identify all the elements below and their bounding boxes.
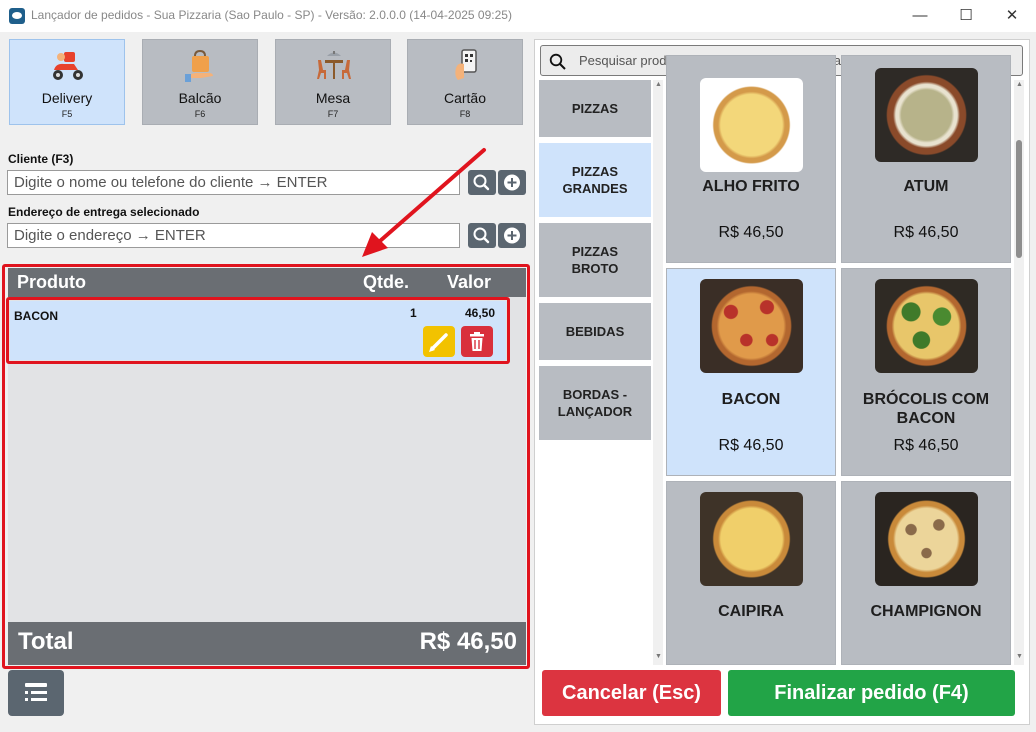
- title-bar: Lançador de pedidos - Sua Pizzaria (Sao …: [0, 0, 1036, 32]
- product-card[interactable]: BACON R$ 46,50: [666, 268, 836, 476]
- table-chairs-icon: [317, 51, 351, 79]
- category-bebidas[interactable]: BEBIDAS: [539, 303, 651, 360]
- tile-shortcut: F5: [61, 109, 73, 119]
- add-circle-icon: [504, 227, 520, 244]
- delivery-tile[interactable]: Delivery F5: [9, 39, 125, 125]
- list-menu-icon: [25, 683, 47, 701]
- balcao-tile[interactable]: Balcão F6: [142, 39, 258, 125]
- takeaway-bag-icon: [185, 49, 213, 82]
- product-card[interactable]: CAIPIRA: [666, 481, 836, 665]
- tile-label: Balcão: [178, 90, 222, 106]
- pizza-photo: [700, 78, 803, 172]
- scroll-up-arrow-icon[interactable]: ▲: [1016, 81, 1023, 88]
- pizza-photo: [875, 68, 978, 162]
- delivery-scooter-icon: [53, 52, 83, 80]
- product-card[interactable]: BRÓCOLIS COM BACON R$ 46,50: [841, 268, 1011, 476]
- category-pizzas[interactable]: PIZZAS: [539, 80, 651, 137]
- scroll-down-arrow-icon[interactable]: ▼: [655, 653, 662, 660]
- product-card[interactable]: CHAMPIGNON: [841, 481, 1011, 665]
- tile-label: Cartão: [443, 90, 487, 106]
- maximize-button[interactable]: ☐: [943, 0, 989, 32]
- product-name: ALHO FRITO: [702, 178, 800, 195]
- product-name: BRÓCOLIS COM BACON: [862, 391, 990, 427]
- cartao-tile[interactable]: Cartão F8: [407, 39, 523, 125]
- minimize-button[interactable]: —: [897, 0, 943, 32]
- product-card[interactable]: ALHO FRITO R$ 46,50: [666, 55, 836, 263]
- add-address-button[interactable]: [498, 223, 526, 248]
- tile-shortcut: F7: [327, 109, 339, 119]
- customer-label: Cliente (F3): [8, 152, 74, 166]
- finish-order-button[interactable]: Finalizar pedido (F4): [728, 670, 1015, 716]
- tile-label: Mesa: [315, 90, 351, 106]
- product-name: BACON: [721, 391, 781, 408]
- tile-shortcut: F6: [194, 109, 206, 119]
- qr-card-icon: [455, 49, 477, 80]
- category-pizzas-broto[interactable]: PIZZAS BROTO: [539, 223, 651, 297]
- search-icon: [549, 53, 566, 70]
- scroll-up-arrow-icon[interactable]: ▲: [655, 81, 662, 88]
- tile-label: Delivery: [41, 90, 93, 106]
- add-circle-icon: [504, 174, 520, 191]
- annotation-arrow-icon: [362, 148, 486, 257]
- scroll-down-arrow-icon[interactable]: ▼: [1016, 653, 1023, 660]
- cancel-button[interactable]: Cancelar (Esc): [542, 670, 721, 716]
- category-label: PIZZAS GRANDES: [562, 164, 628, 196]
- product-card[interactable]: ATUM R$ 46,50: [841, 55, 1011, 263]
- tile-shortcut: F8: [459, 109, 471, 119]
- category-scrollbar[interactable]: [653, 80, 663, 665]
- add-customer-button[interactable]: [498, 170, 526, 195]
- pizza-photo: [700, 279, 803, 373]
- pizza-photo: [875, 279, 978, 373]
- product-name: CAIPIRA: [718, 603, 784, 620]
- address-label: Endereço de entrega selecionado: [8, 205, 200, 219]
- app-logo-icon: [9, 8, 25, 24]
- mesa-tile[interactable]: Mesa F7: [275, 39, 391, 125]
- product-price: R$ 46,50: [718, 437, 784, 454]
- product-price: R$ 46,50: [893, 437, 959, 454]
- category-pizzas-grandes[interactable]: PIZZAS GRANDES: [539, 143, 651, 217]
- product-name: ATUM: [903, 178, 949, 195]
- highlight-order-frame: [2, 264, 530, 669]
- pizza-photo: [700, 492, 803, 586]
- scroll-thumb[interactable]: [1016, 140, 1022, 258]
- product-name: CHAMPIGNON: [870, 603, 982, 620]
- order-menu-button[interactable]: [8, 670, 64, 716]
- category-label: PIZZAS BROTO: [571, 244, 619, 276]
- pizza-photo: [875, 492, 978, 586]
- category-bordas-lancador[interactable]: BORDAS - LANÇADOR: [539, 366, 651, 440]
- product-price: R$ 46,50: [718, 224, 784, 241]
- product-price: R$ 46,50: [893, 224, 959, 241]
- category-label: BORDAS - LANÇADOR: [557, 387, 633, 419]
- close-button[interactable]: ✕: [989, 0, 1035, 32]
- window-title: Lançador de pedidos - Sua Pizzaria (Sao …: [31, 8, 512, 22]
